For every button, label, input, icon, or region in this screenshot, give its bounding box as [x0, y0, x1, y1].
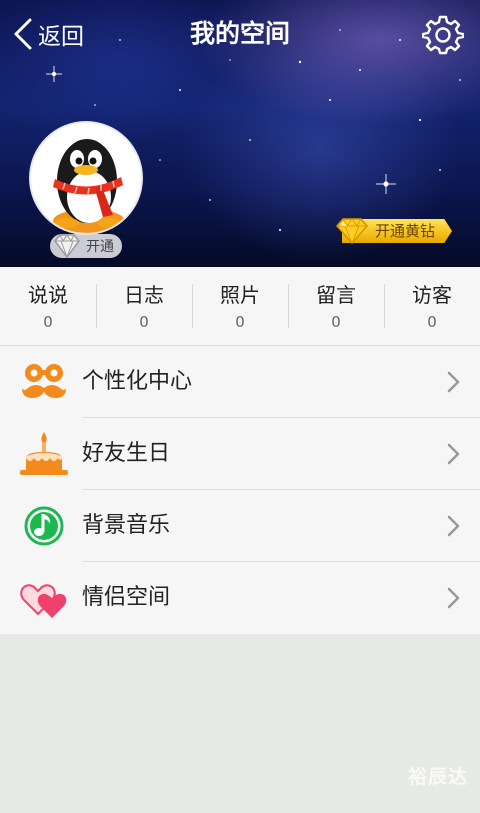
gold-diamond-icon: [336, 218, 368, 245]
menu-list: 个性化中心 好友生日 背景音乐 情侣空间: [0, 346, 480, 634]
diamond-icon: [54, 234, 80, 259]
open-yellow-diamond-button[interactable]: 开通黄钻: [334, 217, 452, 245]
birthday-cake-icon: [20, 432, 68, 475]
stat-value: 0: [43, 313, 53, 331]
music-note-icon: [24, 506, 64, 546]
stat-shuoshuo[interactable]: 说说 0: [0, 267, 96, 345]
menu-item-background-music[interactable]: 背景音乐: [0, 490, 480, 562]
hearts-icon: [20, 584, 67, 618]
chevron-right-icon: [447, 443, 460, 465]
stat-label: 说说: [28, 283, 68, 307]
chevron-right-icon: [447, 515, 460, 537]
stat-value: 0: [427, 313, 437, 331]
menu-item-label: 好友生日: [82, 441, 171, 466]
stat-label: 访客: [412, 283, 452, 307]
menu-item-personalization[interactable]: 个性化中心: [0, 346, 480, 418]
menu-item-label: 情侣空间: [82, 585, 171, 610]
stat-value: 0: [235, 313, 245, 331]
menu-item-label: 个性化中心: [82, 369, 193, 394]
gear-icon: [421, 15, 465, 55]
stat-visitors[interactable]: 访客 0: [384, 267, 480, 345]
watermark: 裕辰达: [407, 766, 468, 788]
chevron-right-icon: [447, 371, 460, 393]
stats-row: 说说 0 日志 0 照片 0 留言 0 访客 0: [0, 267, 480, 346]
qq-penguin-avatar: [31, 123, 141, 233]
mustache-icon: [22, 364, 66, 398]
page-title: 我的空间: [189, 19, 290, 48]
menu-item-couple-space[interactable]: 情侣空间: [0, 562, 480, 634]
stat-messages[interactable]: 留言 0: [288, 267, 384, 345]
stat-label: 留言: [316, 283, 356, 307]
open-vip-badge[interactable]: 开通: [50, 234, 122, 259]
stat-diary[interactable]: 日志 0: [96, 267, 192, 345]
open-badge-label: 开通: [86, 239, 114, 255]
menu-item-label: 背景音乐: [82, 513, 171, 538]
stat-value: 0: [331, 313, 341, 331]
header-banner: 返回 我的空间 开通 开通黄钻: [0, 0, 480, 267]
settings-button[interactable]: [421, 14, 465, 56]
stat-label: 日志: [124, 283, 164, 307]
chevron-right-icon: [447, 587, 460, 609]
stat-photos[interactable]: 照片 0: [192, 267, 288, 345]
menu-item-friend-birthday[interactable]: 好友生日: [0, 418, 480, 490]
stat-value: 0: [139, 313, 149, 331]
avatar[interactable]: [31, 123, 141, 233]
stat-label: 照片: [220, 283, 260, 307]
